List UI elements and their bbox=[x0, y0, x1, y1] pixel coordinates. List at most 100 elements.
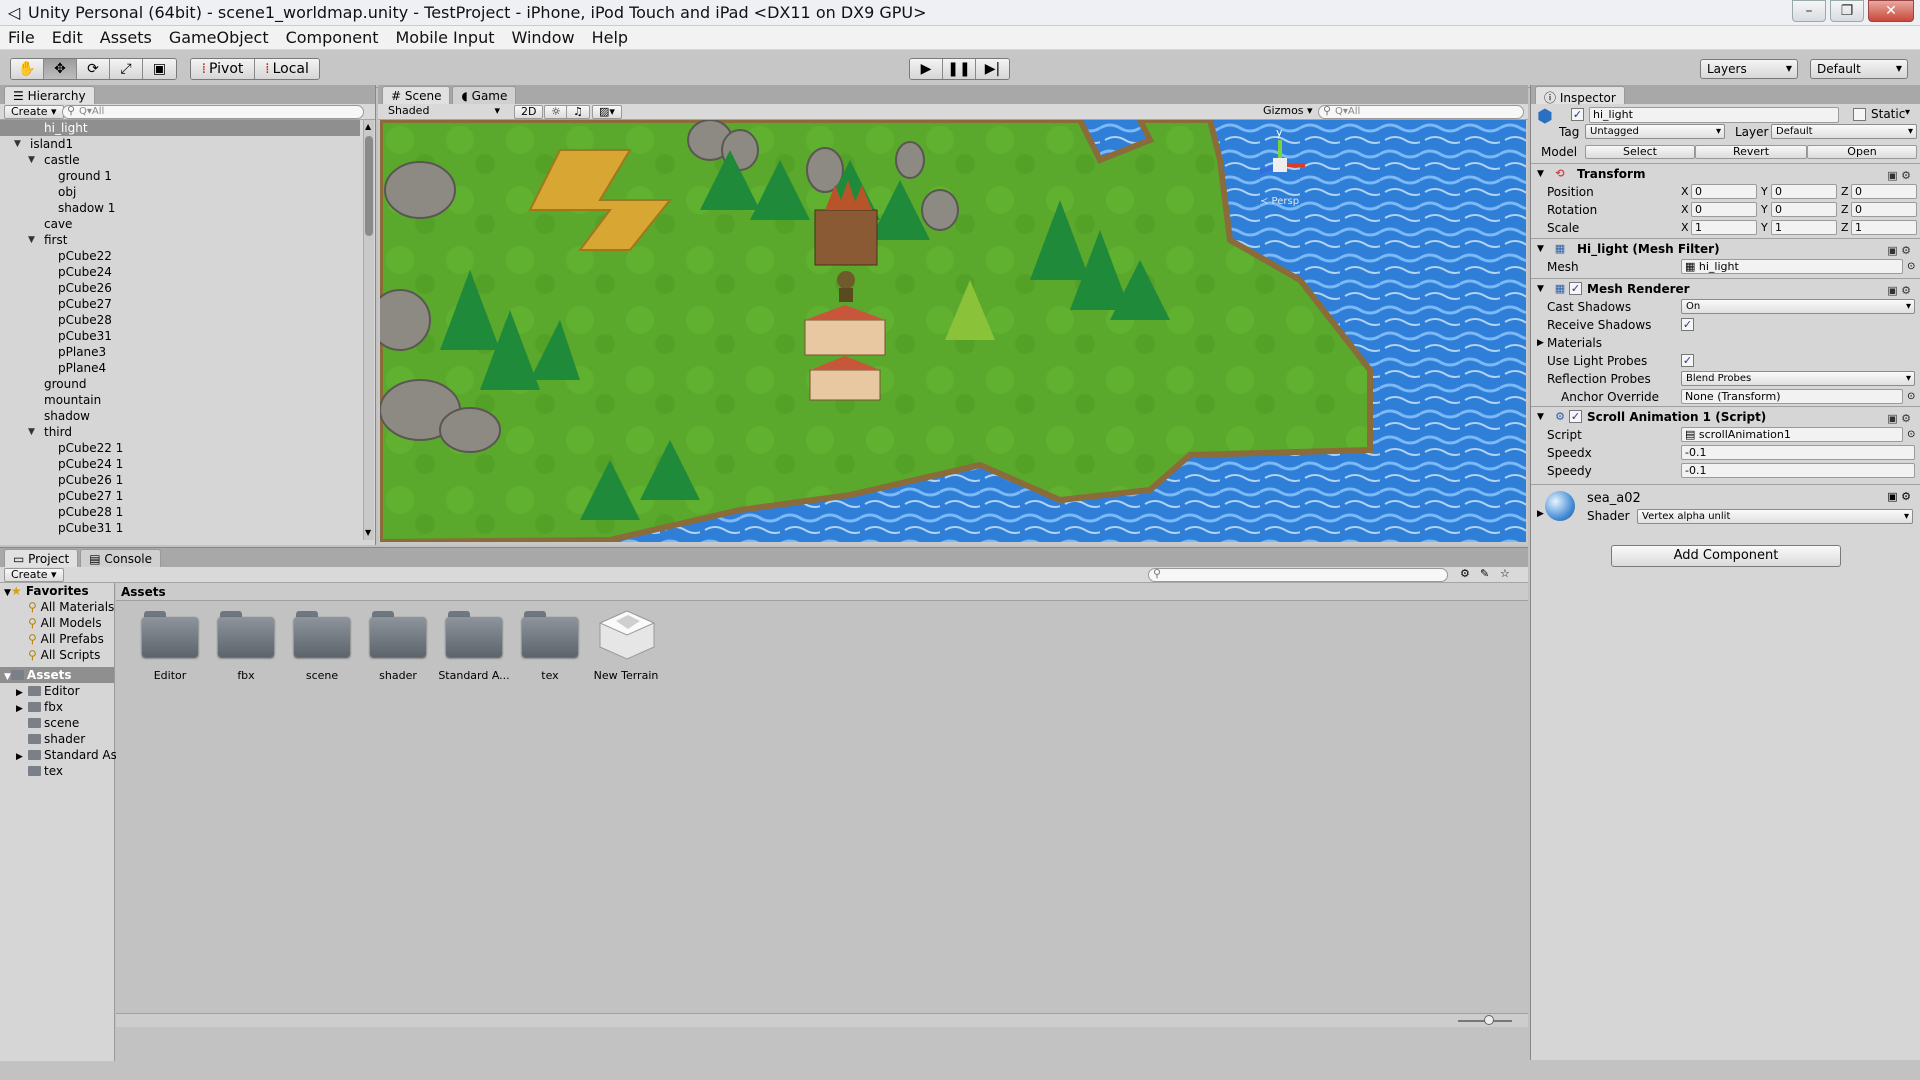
favorite-item[interactable]: ⚲ All Models bbox=[0, 615, 114, 631]
move-tool-icon[interactable]: ✥ bbox=[44, 59, 77, 79]
restore-button[interactable]: ❐ bbox=[1830, 0, 1864, 22]
receive-shadows-checkbox[interactable]: ✓ bbox=[1681, 318, 1694, 331]
asset-terrain[interactable]: New Terrain bbox=[588, 605, 664, 695]
hierarchy-item[interactable]: pCube26 bbox=[0, 280, 360, 296]
hierarchy-create-button[interactable]: Create ▾ bbox=[4, 105, 64, 119]
hierarchy-item[interactable]: pCube31 bbox=[0, 328, 360, 344]
transform-z-field[interactable]: 0 bbox=[1851, 202, 1917, 217]
layer-dropdown[interactable]: Default bbox=[1771, 124, 1917, 139]
model-open-button[interactable]: Open bbox=[1807, 145, 1917, 159]
assets-root[interactable]: ▼ Assets bbox=[0, 667, 114, 683]
tab-hierarchy[interactable]: ☰ Hierarchy bbox=[4, 86, 95, 104]
add-component-button[interactable]: Add Component bbox=[1611, 545, 1841, 567]
effects-toggle-icon[interactable]: ▨▾ bbox=[592, 105, 622, 119]
hierarchy-item[interactable]: pCube24 1 bbox=[0, 456, 360, 472]
hierarchy-item[interactable]: shadow 1 bbox=[0, 200, 360, 216]
hierarchy-item[interactable]: ▼ castle bbox=[0, 152, 360, 168]
tag-dropdown[interactable]: Untagged bbox=[1585, 124, 1725, 139]
model-select-button[interactable]: Select bbox=[1585, 145, 1695, 159]
filter-type-icon[interactable]: ⚙ bbox=[1460, 567, 1470, 580]
hierarchy-item[interactable]: ground bbox=[0, 376, 360, 392]
transform-y-field[interactable]: 1 bbox=[1771, 220, 1837, 235]
scene-search-input[interactable]: Q▾All bbox=[1318, 105, 1524, 119]
scroll-animation-header[interactable]: ▼ ⚙ ✓ Scroll Animation 1 (Script) ▣ ⚙ bbox=[1531, 406, 1920, 426]
asset-folder-item[interactable]: tex bbox=[0, 763, 114, 779]
project-create-button[interactable]: Create ▾ bbox=[4, 568, 64, 582]
expand-arrow-icon[interactable]: ▼ bbox=[28, 424, 35, 440]
asset-folder[interactable]: scene bbox=[284, 605, 360, 695]
scale-tool-icon[interactable]: ⤢ bbox=[110, 59, 143, 79]
object-picker-icon[interactable]: ⊙ bbox=[1907, 388, 1915, 406]
transform-z-field[interactable]: 0 bbox=[1851, 184, 1917, 199]
menu-file[interactable]: File bbox=[0, 28, 44, 47]
hierarchy-item[interactable]: pCube27 1 bbox=[0, 488, 360, 504]
favorite-item[interactable]: ⚲ All Materials bbox=[0, 599, 114, 615]
hierarchy-item[interactable]: hi_light bbox=[0, 120, 360, 136]
menu-edit[interactable]: Edit bbox=[44, 28, 92, 47]
favorite-item[interactable]: ⚲ All Scripts bbox=[0, 647, 114, 663]
hierarchy-item[interactable]: pCube28 1 bbox=[0, 504, 360, 520]
zoom-slider-thumb[interactable] bbox=[1484, 1015, 1494, 1025]
static-dropdown-icon[interactable]: ▾ bbox=[1905, 107, 1910, 118]
expand-arrow-icon[interactable]: ▶ bbox=[1537, 509, 1544, 519]
expand-arrow-icon[interactable]: ▶ bbox=[1537, 334, 1544, 352]
minimize-button[interactable]: – bbox=[1792, 0, 1826, 22]
light-probes-checkbox[interactable]: ✓ bbox=[1681, 354, 1694, 367]
model-revert-button[interactable]: Revert bbox=[1695, 145, 1807, 159]
object-picker-icon[interactable]: ⊙ bbox=[1907, 258, 1915, 276]
mesh-field[interactable]: ▦ hi_light bbox=[1681, 259, 1903, 274]
audio-toggle-icon[interactable]: ♫ bbox=[566, 105, 590, 119]
anchor-override-field[interactable]: None (Transform) bbox=[1681, 389, 1903, 404]
hierarchy-item[interactable]: pCube27 bbox=[0, 296, 360, 312]
hierarchy-item[interactable]: ▼ third bbox=[0, 424, 360, 440]
script-enabled-checkbox[interactable]: ✓ bbox=[1569, 410, 1582, 423]
hierarchy-item[interactable]: pCube26 1 bbox=[0, 472, 360, 488]
expand-arrow-icon[interactable]: ▼ bbox=[14, 136, 21, 152]
script-field[interactable]: ▤ scrollAnimation1 bbox=[1681, 427, 1903, 442]
hierarchy-item[interactable]: shadow bbox=[0, 408, 360, 424]
tab-project[interactable]: ▭ Project bbox=[4, 549, 79, 567]
component-settings-icon[interactable]: ▣ ⚙ bbox=[1887, 490, 1911, 503]
shader-dropdown[interactable]: Vertex alpha unlit bbox=[1637, 509, 1913, 524]
mesh-renderer-enabled-checkbox[interactable]: ✓ bbox=[1569, 282, 1582, 295]
hierarchy-item[interactable]: pCube22 bbox=[0, 248, 360, 264]
reflection-probes-dropdown[interactable]: Blend Probes bbox=[1681, 371, 1915, 386]
mesh-renderer-header[interactable]: ▼ ▦ ✓ Mesh Renderer ▣ ⚙ bbox=[1531, 278, 1920, 298]
transform-header[interactable]: ▼ ⟲ Transform ▣ ⚙ bbox=[1531, 163, 1920, 183]
asset-folder[interactable]: Editor bbox=[132, 605, 208, 695]
menu-help[interactable]: Help bbox=[584, 28, 637, 47]
rotate-tool-icon[interactable]: ⟳ bbox=[77, 59, 110, 79]
layers-dropdown[interactable]: Layers bbox=[1700, 59, 1798, 79]
asset-folder-item[interactable]: ▶ fbx bbox=[0, 699, 114, 715]
cast-shadows-dropdown[interactable]: On bbox=[1681, 299, 1915, 314]
asset-folder[interactable]: tex bbox=[512, 605, 588, 695]
transform-x-field[interactable]: 0 bbox=[1691, 202, 1757, 217]
gizmos-dropdown[interactable]: Gizmos ▾ bbox=[1257, 105, 1319, 119]
shading-dropdown[interactable]: Shaded ▾ bbox=[382, 105, 502, 119]
hand-tool-icon[interactable]: ✋ bbox=[11, 59, 44, 79]
active-checkbox[interactable]: ✓ bbox=[1571, 108, 1584, 121]
tab-scene[interactable]: # Scene bbox=[382, 86, 451, 104]
static-checkbox[interactable] bbox=[1853, 108, 1866, 121]
hierarchy-search-input[interactable]: Q▾All bbox=[62, 105, 364, 119]
hierarchy-scroll-thumb[interactable] bbox=[365, 136, 373, 236]
project-search-input[interactable] bbox=[1148, 568, 1448, 582]
pause-icon[interactable]: ❚❚ bbox=[943, 59, 976, 79]
hierarchy-item[interactable]: ▼ first bbox=[0, 232, 360, 248]
hierarchy-item[interactable]: cave bbox=[0, 216, 360, 232]
hierarchy-item[interactable]: mountain bbox=[0, 392, 360, 408]
asset-folder[interactable]: shader bbox=[360, 605, 436, 695]
transform-x-field[interactable]: 1 bbox=[1691, 220, 1757, 235]
asset-folder-item[interactable]: scene bbox=[0, 715, 114, 731]
menu-mobile-input[interactable]: Mobile Input bbox=[387, 28, 503, 47]
asset-folder[interactable]: Standard A... bbox=[436, 605, 512, 695]
asset-folder-item[interactable]: shader bbox=[0, 731, 114, 747]
hierarchy-item[interactable]: obj bbox=[0, 184, 360, 200]
expand-arrow-icon[interactable]: ▼ bbox=[28, 152, 35, 168]
tab-console[interactable]: ▤ Console bbox=[80, 549, 162, 567]
object-picker-icon[interactable]: ⊙ bbox=[1907, 426, 1915, 444]
menu-component[interactable]: Component bbox=[278, 28, 388, 47]
local-button[interactable]: ⁞ Local bbox=[255, 59, 319, 79]
menu-assets[interactable]: Assets bbox=[92, 28, 161, 47]
step-icon[interactable]: ▶| bbox=[976, 59, 1009, 79]
